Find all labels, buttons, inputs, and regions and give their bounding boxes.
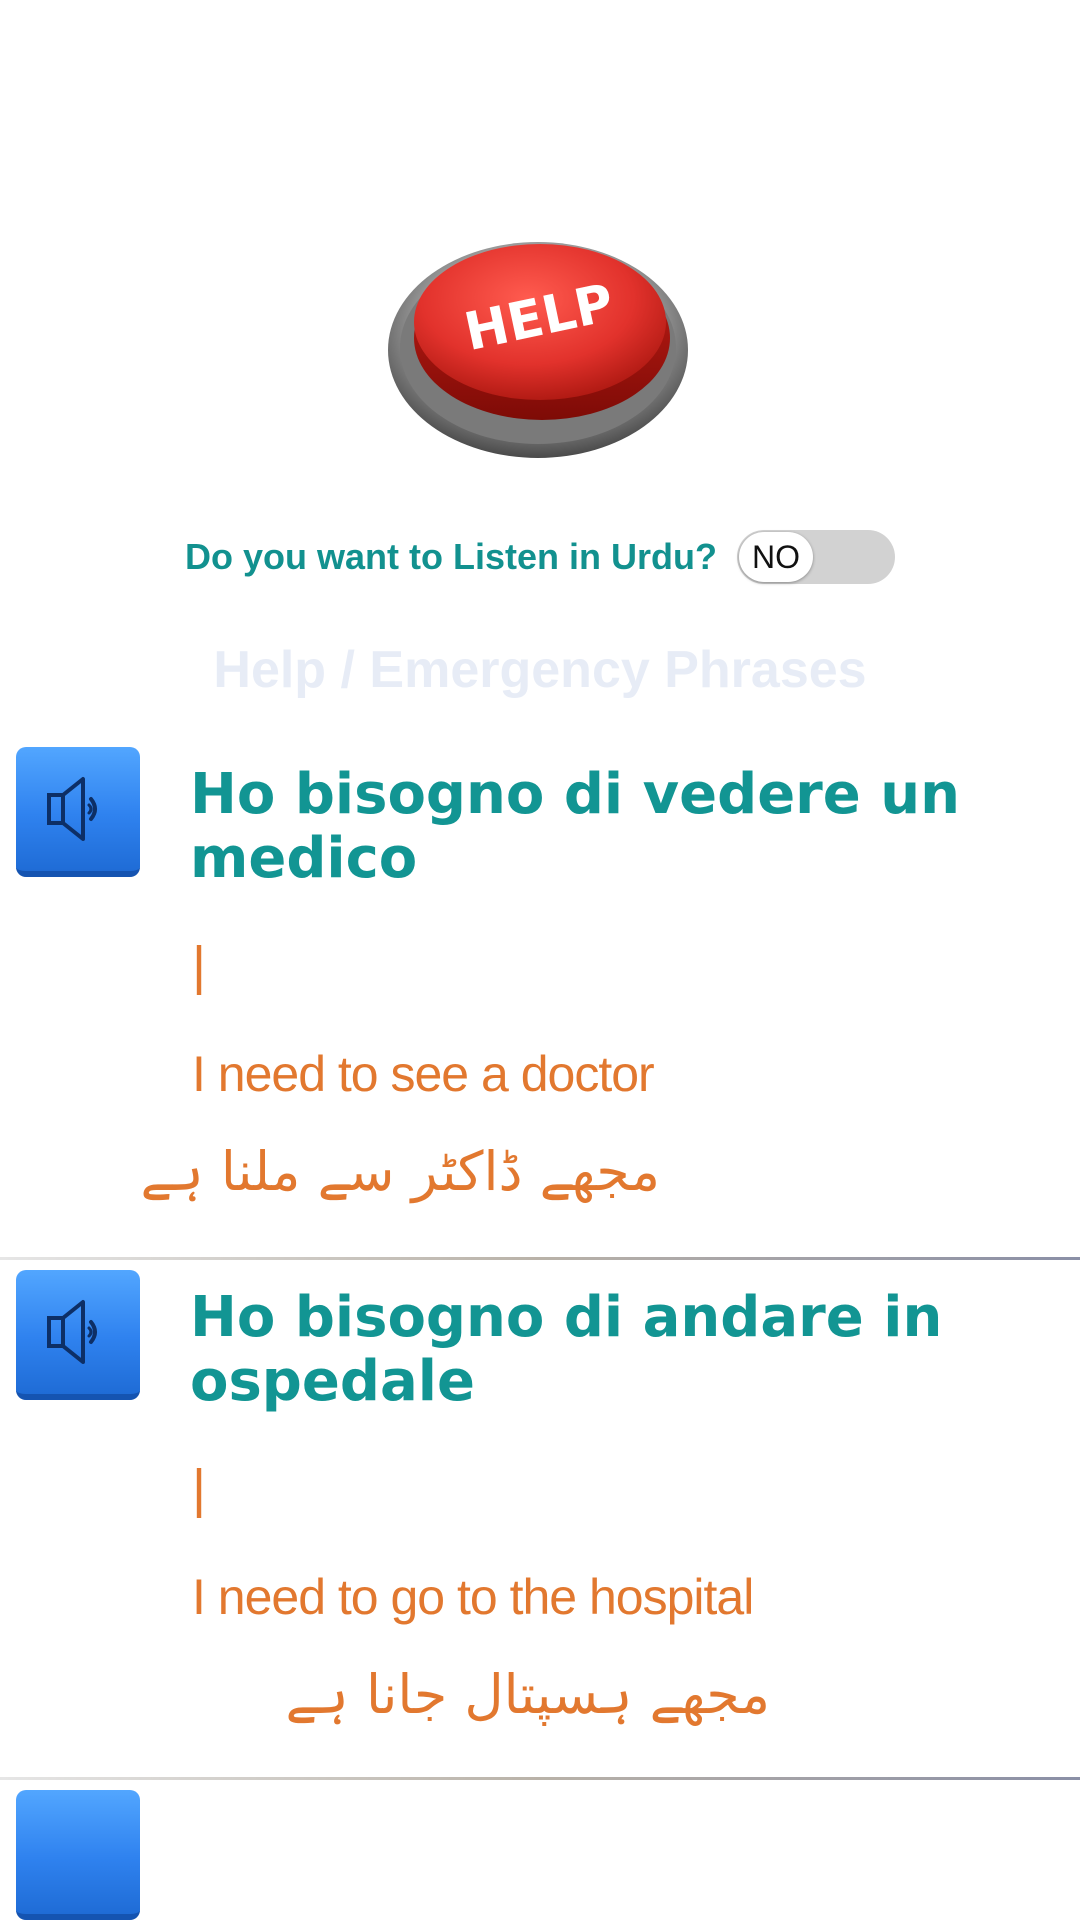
divider [0,1777,1080,1780]
urdu-translation: مجھے ہسپتال جانا ہے [285,1663,771,1726]
help-button-image: HELP [380,210,700,480]
pronunciation: | [192,936,207,996]
listen-urdu-row: Do you want to Listen in Urdu? NO [0,528,1080,586]
listen-urdu-toggle[interactable]: NO [736,530,895,584]
speaker-icon [47,1300,97,1364]
phrase-card: Ho bisogno di andare in ospedale | I nee… [0,1268,1080,1780]
english-translation: I need to see a doctor [192,1046,655,1102]
section-title: Help / Emergency Phrases [213,641,867,699]
play-audio-button[interactable] [16,1790,140,1920]
play-audio-button[interactable] [16,1270,140,1400]
english-translation: I need to go to the hospital [192,1569,754,1625]
toggle-state-label: NO [738,532,813,582]
phrase-card: Ho bisogno di vedere un medico | I need … [0,745,1080,1260]
listen-urdu-label: Do you want to Listen in Urdu? [185,536,717,577]
italian-phrase: Ho bisogno di vedere un medico [190,762,960,891]
italian-phrase: Ho bisogno di andare in ospedale [190,1285,943,1414]
speaker-icon [47,777,97,841]
urdu-translation: مجھے ڈاکٹر سے ملنا ہے [140,1140,660,1203]
phrase-card [0,1788,1080,1920]
divider [0,1257,1080,1260]
play-audio-button[interactable] [16,747,140,877]
pronunciation: | [192,1459,207,1519]
